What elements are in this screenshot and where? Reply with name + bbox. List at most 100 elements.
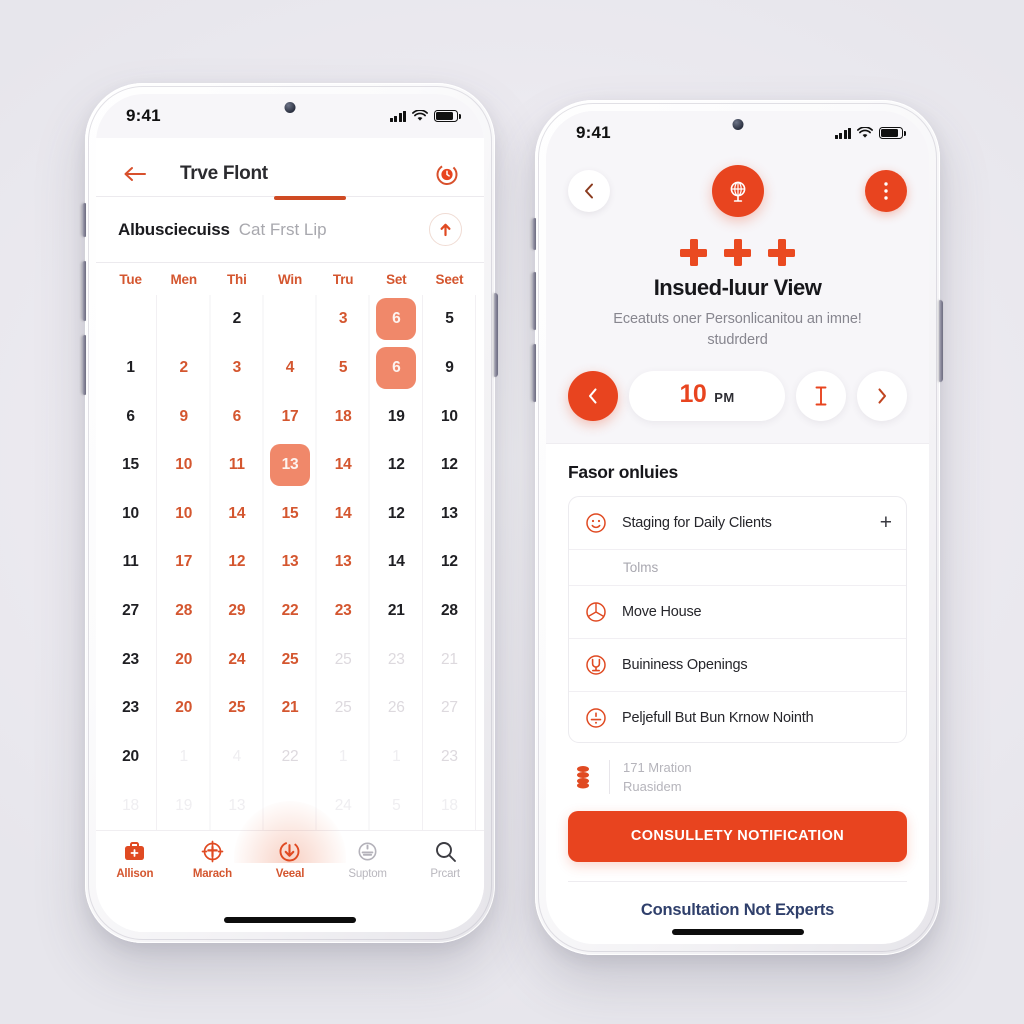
calendar-day[interactable]: 9 bbox=[157, 392, 210, 441]
calendar-day[interactable]: 1 bbox=[370, 733, 423, 782]
volume-down-button[interactable] bbox=[82, 335, 86, 395]
home-indicator[interactable] bbox=[224, 917, 356, 923]
calendar-day[interactable]: 10 bbox=[157, 490, 210, 539]
calendar-day[interactable]: 4 bbox=[263, 344, 316, 393]
calendar-day[interactable]: 25 bbox=[263, 635, 316, 684]
calendar-day[interactable]: 17 bbox=[263, 392, 316, 441]
volume-up-button[interactable] bbox=[82, 261, 86, 321]
calendar-day[interactable]: 24 bbox=[317, 781, 370, 830]
calendar-day[interactable]: 20 bbox=[157, 635, 210, 684]
tab-prcart[interactable]: Prcart bbox=[410, 839, 480, 880]
calendar-day[interactable]: 12 bbox=[423, 538, 476, 587]
timer-badge-icon[interactable] bbox=[432, 159, 462, 189]
footer-link[interactable]: Consultation Not Experts bbox=[568, 882, 907, 920]
cta-button[interactable]: CONSULLETY NOTIFICATION bbox=[568, 810, 907, 862]
calendar-grid[interactable]: 2 3 6 5 1 2 3 4 5 6 9 6 9 6 17 18 19 10 15 10 11 13 14 12 12 10 10… bbox=[96, 295, 484, 830]
calendar-day[interactable]: 1 bbox=[317, 733, 370, 782]
back-arrow-icon[interactable] bbox=[118, 157, 152, 191]
calendar-day[interactable]: 6 bbox=[104, 392, 157, 441]
calendar-day[interactable]: 3 bbox=[210, 344, 263, 393]
calendar-day[interactable]: 24 bbox=[210, 635, 263, 684]
calendar-day[interactable]: 11 bbox=[104, 538, 157, 587]
time-value-field[interactable]: 10 PM bbox=[629, 371, 785, 422]
calendar-day[interactable]: 14 bbox=[317, 441, 370, 490]
calendar-day[interactable]: 14 bbox=[317, 490, 370, 539]
chevron-left-icon[interactable] bbox=[568, 170, 610, 212]
calendar-day[interactable]: 5 bbox=[423, 295, 476, 344]
calendar-day[interactable]: 3 bbox=[317, 295, 370, 344]
calendar-day[interactable]: 13 bbox=[210, 781, 263, 830]
calendar-day[interactable]: 23 bbox=[370, 635, 423, 684]
calendar-day[interactable]: 15 bbox=[104, 441, 157, 490]
calendar-day[interactable]: 10 bbox=[157, 441, 210, 490]
calendar-day[interactable]: 28 bbox=[423, 587, 476, 636]
silent-switch-right[interactable] bbox=[532, 218, 536, 250]
calendar-day[interactable]: 19 bbox=[370, 392, 423, 441]
calendar-day[interactable]: 5 bbox=[370, 781, 423, 830]
calendar-day[interactable]: 25 bbox=[317, 635, 370, 684]
calendar-day[interactable]: 14 bbox=[210, 490, 263, 539]
calendar-day[interactable]: 25 bbox=[317, 684, 370, 733]
list-item[interactable]: Move House bbox=[569, 586, 906, 640]
list-item[interactable]: Staging for Daily Clients + bbox=[569, 497, 906, 551]
more-vertical-icon[interactable] bbox=[865, 170, 907, 212]
calendar-day[interactable]: 14 bbox=[370, 538, 423, 587]
calendar-day[interactable]: 1 bbox=[104, 344, 157, 393]
tab-allison[interactable]: Allison bbox=[100, 839, 170, 880]
calendar-day[interactable]: 10 bbox=[423, 392, 476, 441]
calendar-day[interactable]: 11 bbox=[210, 441, 263, 490]
calendar-day[interactable]: 21 bbox=[370, 587, 423, 636]
calendar-day[interactable]: 20 bbox=[104, 733, 157, 782]
calendar-day[interactable]: 12 bbox=[210, 538, 263, 587]
home-indicator-right[interactable] bbox=[671, 929, 804, 935]
calendar-day[interactable]: 18 bbox=[317, 392, 370, 441]
calendar-day-selected[interactable]: 6 bbox=[370, 295, 423, 344]
power-button[interactable] bbox=[494, 293, 498, 377]
calendar-day[interactable]: 17 bbox=[157, 538, 210, 587]
calendar-day[interactable]: 12 bbox=[370, 441, 423, 490]
calendar-day[interactable]: 13 bbox=[263, 538, 316, 587]
tab-suptom[interactable]: Suptom bbox=[333, 839, 403, 880]
calendar-day[interactable]: 15 bbox=[263, 490, 316, 539]
text-cursor-icon[interactable] bbox=[796, 371, 846, 422]
calendar-day[interactable]: 18 bbox=[423, 781, 476, 830]
calendar-day[interactable]: 9 bbox=[423, 344, 476, 393]
calendar-day[interactable]: 13 bbox=[423, 490, 476, 539]
stepper-prev-button[interactable] bbox=[568, 371, 618, 422]
tab-marach[interactable]: Marach bbox=[177, 839, 247, 880]
brand-globe-icon[interactable] bbox=[711, 165, 764, 217]
calendar-day[interactable]: 23 bbox=[104, 684, 157, 733]
tab-veeal[interactable]: Veeal bbox=[255, 839, 325, 880]
calendar-day-selected[interactable]: 6 bbox=[370, 344, 423, 393]
calendar-day-selected[interactable]: 13 bbox=[263, 441, 316, 490]
volume-up-button-right[interactable] bbox=[532, 272, 536, 330]
calendar-day[interactable]: 22 bbox=[263, 587, 316, 636]
calendar-day[interactable]: 27 bbox=[104, 587, 157, 636]
calendar-day[interactable]: 6 bbox=[210, 392, 263, 441]
silent-switch[interactable] bbox=[82, 203, 86, 237]
calendar-day[interactable]: 27 bbox=[423, 684, 476, 733]
calendar-day[interactable]: 23 bbox=[317, 587, 370, 636]
calendar-day[interactable]: 2 bbox=[157, 344, 210, 393]
upload-arrow-icon[interactable] bbox=[429, 213, 462, 246]
calendar-day[interactable]: 21 bbox=[263, 684, 316, 733]
volume-down-button-right[interactable] bbox=[532, 344, 536, 402]
calendar-day[interactable]: 18 bbox=[104, 781, 157, 830]
power-button-right[interactable] bbox=[939, 300, 943, 382]
list-item[interactable]: Peljefull But Bun Krnow Nointh bbox=[569, 692, 906, 742]
calendar-day[interactable]: 23 bbox=[423, 733, 476, 782]
calendar-day[interactable]: 10 bbox=[104, 490, 157, 539]
calendar-day[interactable]: 29 bbox=[210, 587, 263, 636]
calendar-day[interactable]: 12 bbox=[370, 490, 423, 539]
calendar-day[interactable]: 1 bbox=[157, 733, 210, 782]
calendar-day[interactable]: 25 bbox=[210, 684, 263, 733]
calendar-day[interactable]: 23 bbox=[104, 635, 157, 684]
calendar-day[interactable]: 5 bbox=[317, 344, 370, 393]
calendar-day[interactable]: 21 bbox=[423, 635, 476, 684]
calendar-day[interactable]: 20 bbox=[157, 684, 210, 733]
calendar-day[interactable]: 4 bbox=[210, 733, 263, 782]
calendar-day[interactable]: 12 bbox=[423, 441, 476, 490]
list-item[interactable]: Buininess Openings bbox=[569, 639, 906, 693]
calendar-day[interactable]: 28 bbox=[157, 587, 210, 636]
calendar-day[interactable]: 19 bbox=[157, 781, 210, 830]
